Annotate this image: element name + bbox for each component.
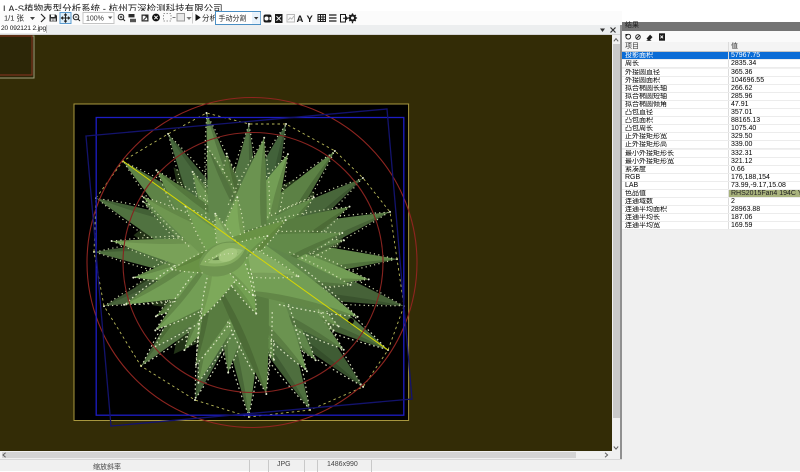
svg-text:Y: Y bbox=[307, 14, 314, 25]
svg-text:手动分割: 手动分割 bbox=[219, 14, 247, 23]
svg-text:1/1 张: 1/1 张 bbox=[4, 14, 25, 23]
svg-text:100%: 100% bbox=[86, 16, 104, 23]
svg-text:A: A bbox=[297, 14, 304, 25]
